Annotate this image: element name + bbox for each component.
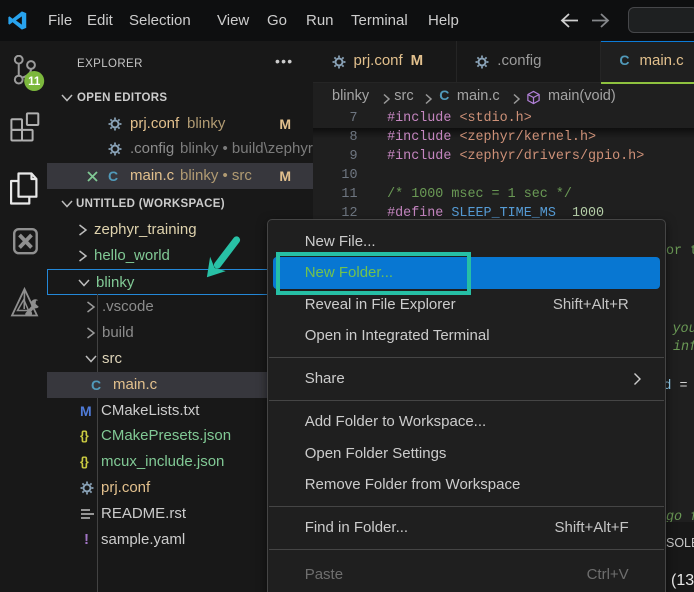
svg-text:11: 11 <box>28 76 41 88</box>
